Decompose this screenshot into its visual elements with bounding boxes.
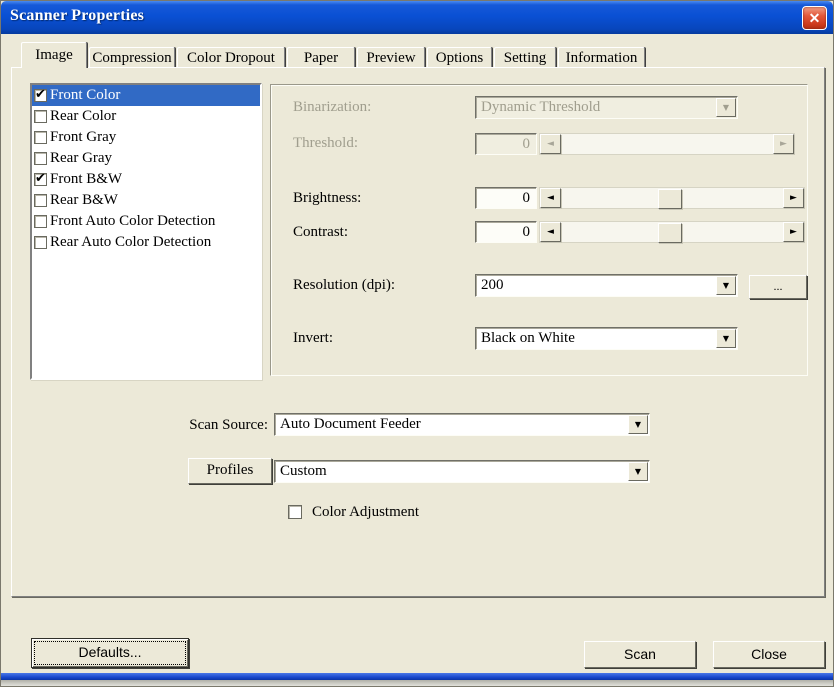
slider-right-icon[interactable]: ►	[773, 134, 794, 154]
image-settings-group: Binarization: Dynamic Threshold ▼ Thresh…	[270, 84, 808, 376]
chevron-down-icon[interactable]: ▼	[716, 276, 736, 295]
list-item-rear-bw[interactable]: Rear B&W	[32, 190, 260, 211]
list-item-front-auto-color[interactable]: Front Auto Color Detection	[32, 211, 260, 232]
window-title: Scanner Properties	[10, 7, 144, 25]
tab-information[interactable]: Information	[558, 47, 645, 68]
color-adjustment-label: Color Adjustment	[312, 504, 419, 521]
threshold-label: Threshold:	[293, 135, 358, 152]
invert-label: Invert:	[293, 330, 333, 347]
brightness-slider-thumb[interactable]	[658, 189, 682, 209]
close-button[interactable]: Close	[713, 641, 825, 668]
brightness-slider[interactable]: ◄ ►	[539, 187, 805, 209]
slider-left-icon[interactable]: ◄	[540, 222, 561, 242]
contrast-value[interactable]: 0	[475, 221, 537, 243]
chevron-down-icon[interactable]: ▼	[628, 415, 648, 434]
resolution-dropdown[interactable]: 200 ▼	[475, 274, 738, 297]
contrast-slider[interactable]: ◄ ►	[539, 221, 805, 243]
list-item-rear-gray[interactable]: Rear Gray	[32, 148, 260, 169]
list-item-front-bw[interactable]: Front B&W	[32, 169, 260, 190]
defaults-button[interactable]: Defaults...	[31, 638, 189, 668]
binarization-label: Binarization:	[293, 99, 371, 116]
contrast-label: Contrast:	[293, 224, 348, 241]
background-below-window	[1, 680, 833, 687]
list-item-label: Front B&W	[50, 171, 122, 188]
contrast-slider-thumb[interactable]	[658, 223, 682, 243]
brightness-value[interactable]: 0	[475, 187, 537, 209]
invert-dropdown[interactable]: Black on White ▼	[475, 327, 738, 350]
tab-options[interactable]: Options	[427, 47, 492, 68]
profiles-dropdown[interactable]: Custom ▼	[274, 460, 650, 483]
tab-setting[interactable]: Setting	[494, 47, 556, 68]
image-tab-page: Front Color Rear Color Front Gray Rear G…	[11, 67, 825, 597]
slider-right-icon[interactable]: ►	[783, 188, 804, 208]
tab-image[interactable]: Image	[21, 42, 87, 68]
resolution-label: Resolution (dpi):	[293, 277, 395, 294]
list-item-label: Front Auto Color Detection	[50, 213, 215, 230]
front-bw-checkbox[interactable]	[34, 173, 47, 186]
color-adjustment-checkbox[interactable]	[288, 505, 302, 519]
scan-button[interactable]: Scan	[584, 641, 696, 668]
tab-paper[interactable]: Paper	[287, 47, 355, 68]
list-item-rear-color[interactable]: Rear Color	[32, 106, 260, 127]
list-item-label: Rear Color	[50, 108, 116, 125]
close-icon[interactable]: ✕	[802, 6, 827, 30]
list-item-label: Rear Auto Color Detection	[50, 234, 211, 251]
binarization-value: Dynamic Threshold	[476, 97, 715, 118]
brightness-label: Brightness:	[293, 190, 361, 207]
image-type-list: Front Color Rear Color Front Gray Rear G…	[30, 83, 262, 380]
list-item-label: Rear B&W	[50, 192, 118, 209]
scanner-properties-dialog: Scanner Properties ✕ Image Compression C…	[0, 0, 834, 687]
rear-gray-checkbox[interactable]	[34, 152, 47, 165]
resolution-value: 200	[476, 275, 715, 296]
tab-color-dropout[interactable]: Color Dropout	[177, 47, 285, 68]
scan-source-dropdown[interactable]: Auto Document Feeder ▼	[274, 413, 650, 436]
rear-color-checkbox[interactable]	[34, 110, 47, 123]
front-color-checkbox[interactable]	[34, 89, 47, 102]
slider-right-icon[interactable]: ►	[783, 222, 804, 242]
invert-value: Black on White	[476, 328, 715, 349]
tab-preview[interactable]: Preview	[357, 47, 425, 68]
list-item-front-color[interactable]: Front Color	[32, 85, 260, 106]
chevron-down-icon[interactable]: ▼	[628, 462, 648, 481]
threshold-slider[interactable]: ◄ ►	[539, 133, 795, 155]
profiles-button[interactable]: Profiles	[188, 458, 272, 484]
front-gray-checkbox[interactable]	[34, 131, 47, 144]
slider-left-icon[interactable]: ◄	[540, 134, 561, 154]
list-item-label: Rear Gray	[50, 150, 112, 167]
chevron-down-icon[interactable]: ▼	[716, 98, 736, 117]
rear-auto-color-checkbox[interactable]	[34, 236, 47, 249]
threshold-value[interactable]: 0	[475, 133, 537, 155]
tab-compression[interactable]: Compression	[89, 47, 175, 68]
list-item-front-gray[interactable]: Front Gray	[32, 127, 260, 148]
title-bar[interactable]: Scanner Properties ✕	[1, 1, 833, 34]
profiles-value: Custom	[275, 461, 627, 482]
chevron-down-icon[interactable]: ▼	[716, 329, 736, 348]
resolution-more-button[interactable]: ...	[749, 275, 807, 299]
list-item-rear-auto-color[interactable]: Rear Auto Color Detection	[32, 232, 260, 253]
slider-left-icon[interactable]: ◄	[540, 188, 561, 208]
list-item-label: Front Color	[50, 87, 120, 104]
scan-source-value: Auto Document Feeder	[275, 414, 627, 435]
list-item-label: Front Gray	[50, 129, 116, 146]
binarization-dropdown[interactable]: Dynamic Threshold ▼	[475, 96, 738, 119]
scan-source-label: Scan Source:	[12, 417, 268, 434]
window-bottom-border	[1, 673, 833, 680]
rear-bw-checkbox[interactable]	[34, 194, 47, 207]
front-auto-color-checkbox[interactable]	[34, 215, 47, 228]
